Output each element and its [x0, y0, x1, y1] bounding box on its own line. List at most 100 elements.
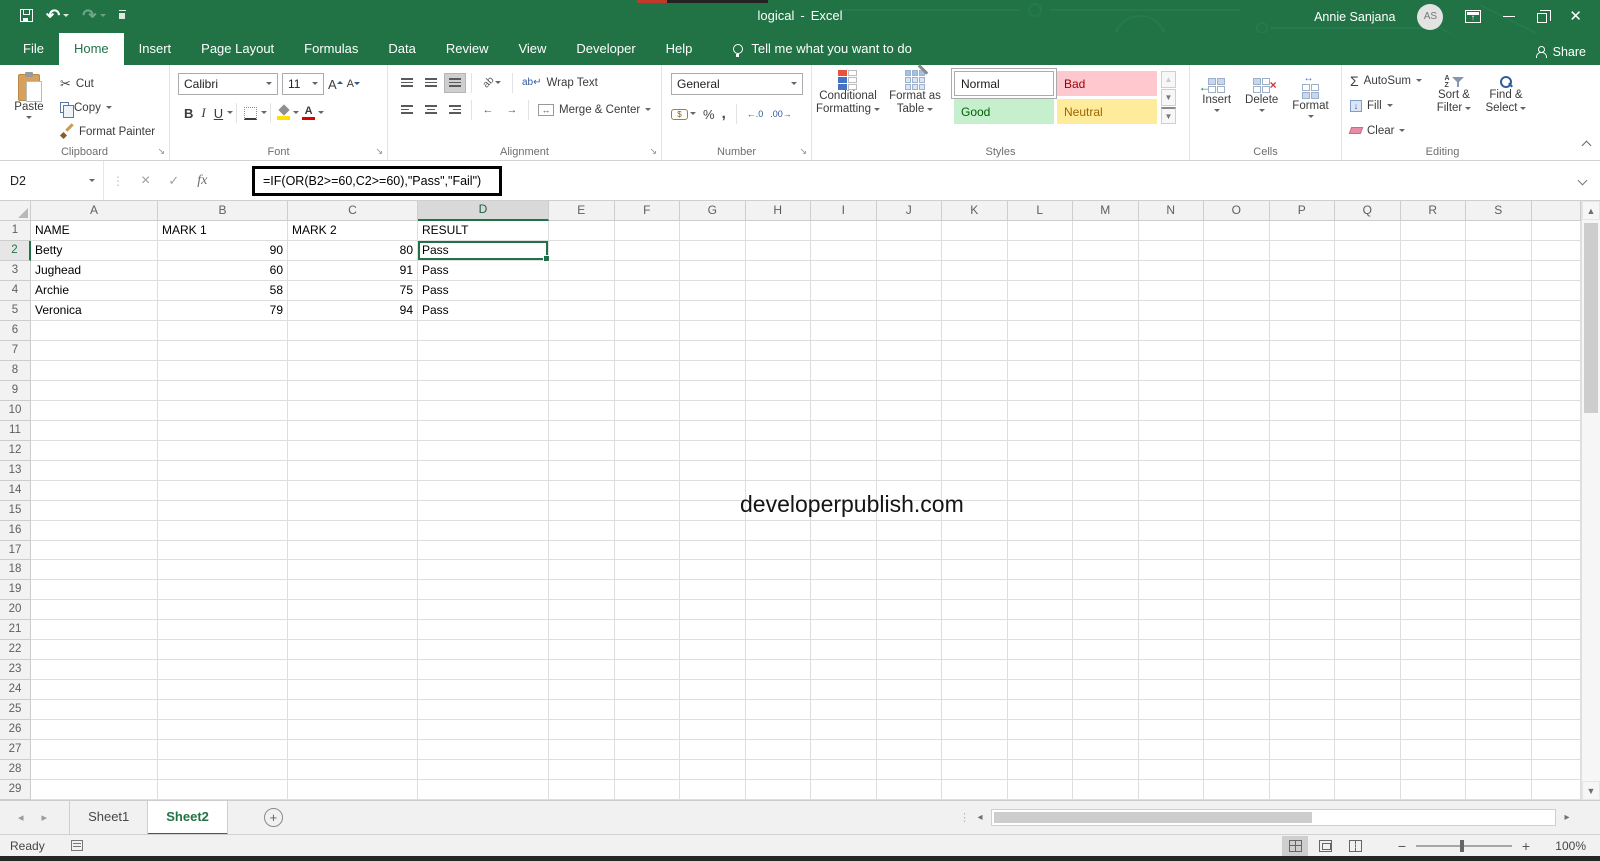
cell-K14[interactable] [942, 480, 1008, 501]
cell-L24[interactable] [1007, 680, 1073, 701]
cell-F7[interactable] [614, 340, 680, 361]
cell-Q26[interactable] [1335, 720, 1401, 741]
cell-A24[interactable] [31, 680, 158, 701]
cell-A21[interactable] [31, 620, 158, 641]
cell-N12[interactable] [1138, 440, 1204, 461]
underline-dropdown-arrow[interactable] [227, 111, 234, 117]
increase-indent-button[interactable]: → [501, 100, 523, 120]
format-dropdown-arrow[interactable] [1307, 115, 1314, 121]
cell-Q2[interactable] [1335, 240, 1401, 261]
cell-H7[interactable] [745, 340, 811, 361]
cell-R20[interactable] [1400, 600, 1466, 621]
hscroll-left-icon[interactable]: ◂ [971, 812, 989, 823]
gallery-scroll-down-icon[interactable]: ▼ [1161, 89, 1176, 106]
cell-P9[interactable] [1269, 380, 1335, 401]
clear-button[interactable]: Clear [1348, 120, 1422, 141]
cell-O12[interactable] [1204, 440, 1270, 461]
cell-J26[interactable] [876, 720, 942, 741]
cell-P12[interactable] [1269, 440, 1335, 461]
cell-A22[interactable] [31, 640, 158, 661]
cell-L10[interactable] [1007, 400, 1073, 421]
cell-M14[interactable] [1073, 480, 1139, 501]
cell-partial-27[interactable] [1531, 740, 1581, 761]
cell-C9[interactable] [288, 380, 418, 401]
cell-I15[interactable] [811, 500, 877, 521]
cell-O24[interactable] [1204, 680, 1270, 701]
cell-E1[interactable] [549, 221, 615, 241]
row-header-5[interactable]: 5 [0, 300, 31, 321]
cell-K21[interactable] [942, 620, 1008, 641]
cell-J15[interactable] [876, 500, 942, 521]
cell-Q22[interactable] [1335, 640, 1401, 661]
cell-F21[interactable] [614, 620, 680, 641]
cell-partial-17[interactable] [1531, 540, 1581, 561]
cell-B14[interactable] [158, 480, 288, 501]
zoom-slider[interactable] [1416, 839, 1512, 852]
cell-D3[interactable]: Pass [418, 260, 549, 281]
cell-G27[interactable] [680, 740, 746, 761]
cell-B19[interactable] [158, 580, 288, 601]
cell-N3[interactable] [1138, 260, 1204, 281]
cell-C8[interactable] [288, 360, 418, 381]
cell-M9[interactable] [1073, 380, 1139, 401]
cell-Q28[interactable] [1335, 760, 1401, 781]
bold-button[interactable]: B [180, 102, 197, 124]
cell-B17[interactable] [158, 540, 288, 561]
cell-D14[interactable] [418, 480, 549, 501]
vertical-scrollbar-thumb[interactable] [1584, 223, 1598, 413]
row-header-15[interactable]: 15 [0, 500, 31, 521]
cell-O8[interactable] [1204, 360, 1270, 381]
cell-B9[interactable] [158, 380, 288, 401]
cell-O6[interactable] [1204, 320, 1270, 341]
percent-style-button[interactable]: % [703, 107, 715, 122]
cell-O3[interactable] [1204, 260, 1270, 281]
cell-B21[interactable] [158, 620, 288, 641]
cell-partial-3[interactable] [1531, 260, 1581, 281]
column-header-P[interactable]: P [1269, 201, 1335, 221]
cell-K10[interactable] [942, 400, 1008, 421]
cell-E15[interactable] [549, 500, 615, 521]
cell-H20[interactable] [745, 600, 811, 621]
cell-R10[interactable] [1400, 400, 1466, 421]
cell-M17[interactable] [1073, 540, 1139, 561]
column-header-C[interactable]: C [288, 201, 418, 221]
cell-D29[interactable] [418, 780, 549, 800]
cell-B15[interactable] [158, 500, 288, 521]
avatar[interactable]: AS [1417, 3, 1444, 30]
column-header-A[interactable]: A [31, 201, 158, 221]
cell-F5[interactable] [614, 300, 680, 321]
cell-M16[interactable] [1073, 520, 1139, 541]
cell-J13[interactable] [876, 460, 942, 481]
cell-N10[interactable] [1138, 400, 1204, 421]
cell-D4[interactable]: Pass [418, 280, 549, 301]
cell-M23[interactable] [1073, 660, 1139, 681]
cell-H27[interactable] [745, 740, 811, 761]
column-header-L[interactable]: L [1007, 201, 1073, 221]
cell-S20[interactable] [1466, 600, 1532, 621]
cell-I4[interactable] [811, 280, 877, 301]
cell-E6[interactable] [549, 320, 615, 341]
cell-J4[interactable] [876, 280, 942, 301]
insert-function-button[interactable]: fx [197, 173, 207, 189]
cell-D19[interactable] [418, 580, 549, 601]
cell-O2[interactable] [1204, 240, 1270, 261]
cut-button[interactable]: ✂ Cut [60, 73, 155, 94]
cell-N22[interactable] [1138, 640, 1204, 661]
cell-F24[interactable] [614, 680, 680, 701]
cell-A16[interactable] [31, 520, 158, 541]
cell-L17[interactable] [1007, 540, 1073, 561]
copy-dropdown-arrow[interactable] [105, 105, 112, 112]
cell-C13[interactable] [288, 460, 418, 481]
cell-E27[interactable] [549, 740, 615, 761]
cell-G14[interactable] [680, 480, 746, 501]
cell-D21[interactable] [418, 620, 549, 641]
cell-N4[interactable] [1138, 280, 1204, 301]
cell-N1[interactable] [1138, 221, 1204, 241]
cell-M26[interactable] [1073, 720, 1139, 741]
scroll-up-icon[interactable]: ▲ [1582, 201, 1600, 220]
cell-N19[interactable] [1138, 580, 1204, 601]
cell-F26[interactable] [614, 720, 680, 741]
sheet-tab-sheet1[interactable]: Sheet1 [70, 800, 149, 835]
cell-G26[interactable] [680, 720, 746, 741]
cell-A5[interactable]: Veronica [31, 300, 158, 321]
